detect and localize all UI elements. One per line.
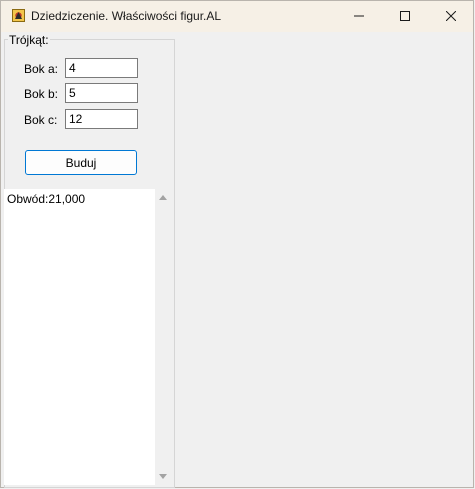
side-a-input[interactable]: 4 <box>65 58 138 78</box>
build-button[interactable]: Buduj <box>25 150 137 175</box>
app-icon[interactable] <box>12 9 25 22</box>
side-b-input[interactable]: 5 <box>65 83 138 103</box>
app-window: Dziedziczenie. Właściwości figur.AL Trój… <box>0 0 474 488</box>
scroll-up-arrow-icon[interactable] <box>159 195 167 200</box>
build-button-label: Buduj <box>65 155 97 170</box>
side-b-label: Bok b: <box>24 87 59 101</box>
vertical-scrollbar[interactable] <box>155 189 172 485</box>
side-c-input[interactable]: 12 <box>65 109 138 129</box>
minimize-icon <box>354 10 364 24</box>
close-icon <box>445 10 457 24</box>
window-title: Dziedziczenie. Właściwości figur.AL <box>31 9 222 23</box>
output-textarea[interactable]: Obwód:21,000 <box>4 189 172 485</box>
minimize-button[interactable] <box>336 1 382 32</box>
close-button[interactable] <box>428 1 474 32</box>
title-bar[interactable]: Dziedziczenie. Właściwości figur.AL <box>1 1 473 32</box>
groupbox-label: Trójkąt: <box>8 33 50 47</box>
maximize-button[interactable] <box>382 1 428 32</box>
output-text: Obwód:21,000 <box>7 192 86 206</box>
client-area: Trójkąt: Bok a: 4 Bok b: 5 Bok c: 12 Bud… <box>1 32 473 488</box>
side-a-label: Bok a: <box>24 62 59 76</box>
side-c-label: Bok c: <box>24 113 58 127</box>
scroll-down-arrow-icon[interactable] <box>159 474 167 479</box>
maximize-icon <box>400 10 410 24</box>
